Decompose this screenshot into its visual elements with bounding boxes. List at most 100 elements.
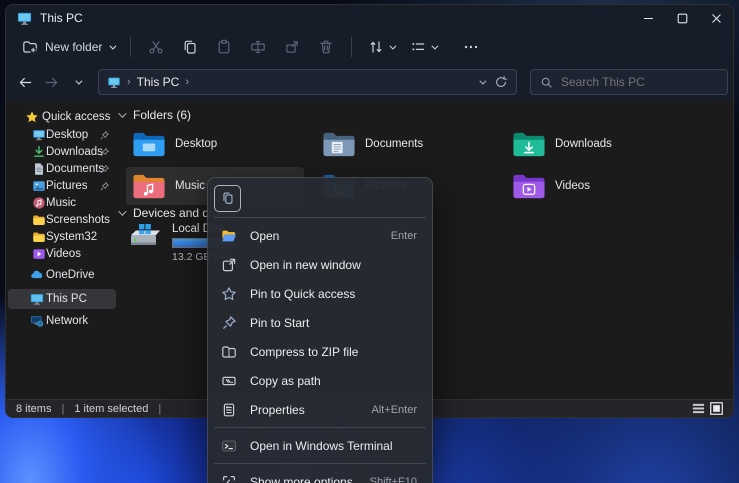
see-more-button[interactable]: [454, 34, 488, 60]
breadcrumb-separator: ›: [185, 76, 189, 88]
desktop-folder-icon: [132, 130, 166, 159]
menu-shortcut: Alt+Enter: [371, 404, 417, 416]
network-icon: [30, 314, 44, 328]
sidebar-item-network[interactable]: Network: [8, 312, 116, 330]
sort-icon: [368, 39, 384, 55]
new-window-icon: [221, 257, 237, 273]
path-icon: [221, 373, 237, 389]
sidebar-item-screenshots[interactable]: Screenshots: [8, 211, 116, 229]
share-button[interactable]: [275, 34, 309, 60]
view-button[interactable]: [402, 34, 444, 60]
search-box[interactable]: [530, 69, 728, 95]
rename-button[interactable]: [241, 34, 275, 60]
menu-separator: [214, 463, 426, 464]
sidebar-item-label: Downloads: [46, 146, 103, 158]
tile-label: Desktop: [175, 138, 217, 150]
menu-shortcut: Enter: [391, 230, 417, 242]
new-folder-button[interactable]: New folder: [14, 34, 122, 60]
copy-quick-action-button[interactable]: [214, 185, 241, 212]
sidebar-item-quick-access[interactable]: Quick access: [8, 108, 116, 126]
large-icons-view-icon[interactable]: [710, 402, 723, 415]
menu-item-open[interactable]: Open Enter: [212, 221, 428, 250]
picture-icon: [32, 179, 46, 193]
breadcrumb-location[interactable]: This PC: [137, 75, 180, 89]
menu-item-label: Pin to Start: [250, 316, 417, 330]
back-button[interactable]: [12, 69, 38, 95]
menu-item-properties[interactable]: Properties Alt+Enter: [212, 395, 428, 424]
download-icon: [32, 145, 46, 159]
videos-folder-icon: [512, 172, 546, 201]
menu-separator: [214, 217, 426, 218]
music-folder-icon: [132, 172, 166, 201]
recent-locations-button[interactable]: [64, 69, 90, 95]
folder-tile-desktop[interactable]: Desktop: [126, 125, 304, 163]
minimize-button[interactable]: [631, 5, 665, 31]
sort-button[interactable]: [360, 34, 402, 60]
address-row: › This PC ›: [6, 63, 733, 101]
folder-icon: [32, 230, 46, 244]
selection-count: 1 item selected: [74, 403, 148, 415]
computer-icon: [30, 292, 44, 306]
menu-item-label: Open: [250, 229, 391, 243]
maximize-button[interactable]: [665, 5, 699, 31]
paste-button[interactable]: [207, 34, 241, 60]
chevron-down-icon: [75, 77, 82, 84]
folder-tile-downloads[interactable]: Downloads: [506, 125, 684, 163]
downloads-folder-icon: [512, 130, 546, 159]
menu-item-label: Properties: [250, 403, 371, 417]
sidebar-item-documents[interactable]: Documents: [8, 160, 116, 178]
refresh-icon[interactable]: [494, 75, 508, 89]
menu-item-label: Open in Windows Terminal: [250, 439, 417, 453]
music-icon: [32, 196, 46, 210]
titlebar[interactable]: This PC: [6, 5, 733, 31]
chevron-down-icon: [432, 42, 439, 49]
command-bar: New folder: [6, 31, 733, 63]
copy-button[interactable]: [173, 34, 207, 60]
sidebar-item-label: Screenshots: [46, 214, 110, 226]
address-dropdown-icon[interactable]: [479, 77, 486, 84]
context-menu: Open Enter Open in new window Pin to Qui…: [207, 177, 433, 483]
sidebar-item-downloads[interactable]: Downloads: [8, 143, 116, 161]
star-icon: [25, 110, 39, 124]
menu-item-label: Copy as path: [250, 374, 417, 388]
menu-item-compress-zip[interactable]: Compress to ZIP file: [212, 337, 428, 366]
sidebar-item-label: Quick access: [42, 111, 110, 123]
sidebar-item-label: This PC: [46, 293, 87, 305]
menu-item-open-new-window[interactable]: Open in new window: [212, 250, 428, 279]
menu-item-label: Pin to Quick access: [250, 287, 417, 301]
open-folder-icon: [221, 228, 237, 244]
menu-item-pin-to-start[interactable]: Pin to Start: [212, 308, 428, 337]
sidebar-item-music[interactable]: Music: [8, 194, 116, 212]
new-folder-icon: [22, 39, 38, 55]
folder-tile-videos[interactable]: Videos: [506, 167, 684, 205]
terminal-icon: [221, 438, 237, 454]
sidebar-item-label: Music: [46, 197, 76, 209]
sidebar-item-label: OneDrive: [46, 269, 95, 281]
sidebar-item-pictures[interactable]: Pictures: [8, 177, 116, 195]
sidebar-item-label: Videos: [46, 248, 81, 260]
sidebar-item-this-pc[interactable]: This PC: [8, 289, 116, 309]
close-button[interactable]: [699, 5, 733, 31]
folder-tile-documents[interactable]: Documents: [316, 125, 494, 163]
details-view-icon[interactable]: [692, 402, 705, 415]
collapse-chevron-icon[interactable]: [118, 207, 126, 215]
cut-button[interactable]: [139, 34, 173, 60]
sidebar-item-videos[interactable]: Videos: [8, 245, 116, 263]
sidebar-item-label: Pictures: [46, 180, 88, 192]
menu-item-show-more-options[interactable]: Show more options Shift+F10: [212, 467, 428, 483]
sidebar-item-desktop[interactable]: Desktop: [8, 126, 116, 144]
address-bar[interactable]: › This PC ›: [98, 69, 517, 95]
collapse-chevron-icon[interactable]: [118, 109, 126, 117]
folders-section-header[interactable]: Folders (6): [118, 108, 191, 122]
menu-item-copy-as-path[interactable]: Copy as path: [212, 366, 428, 395]
sidebar-item-onedrive[interactable]: OneDrive: [8, 266, 116, 284]
delete-button[interactable]: [309, 34, 343, 60]
toolbar-divider: [130, 37, 131, 57]
hard-drive-icon: [127, 223, 164, 255]
search-input[interactable]: [561, 75, 711, 89]
menu-item-open-terminal[interactable]: Open in Windows Terminal: [212, 431, 428, 460]
forward-button[interactable]: [38, 69, 64, 95]
sidebar-item-system32[interactable]: System32: [8, 228, 116, 246]
menu-item-pin-quick-access[interactable]: Pin to Quick access: [212, 279, 428, 308]
tile-label: Documents: [365, 138, 423, 150]
